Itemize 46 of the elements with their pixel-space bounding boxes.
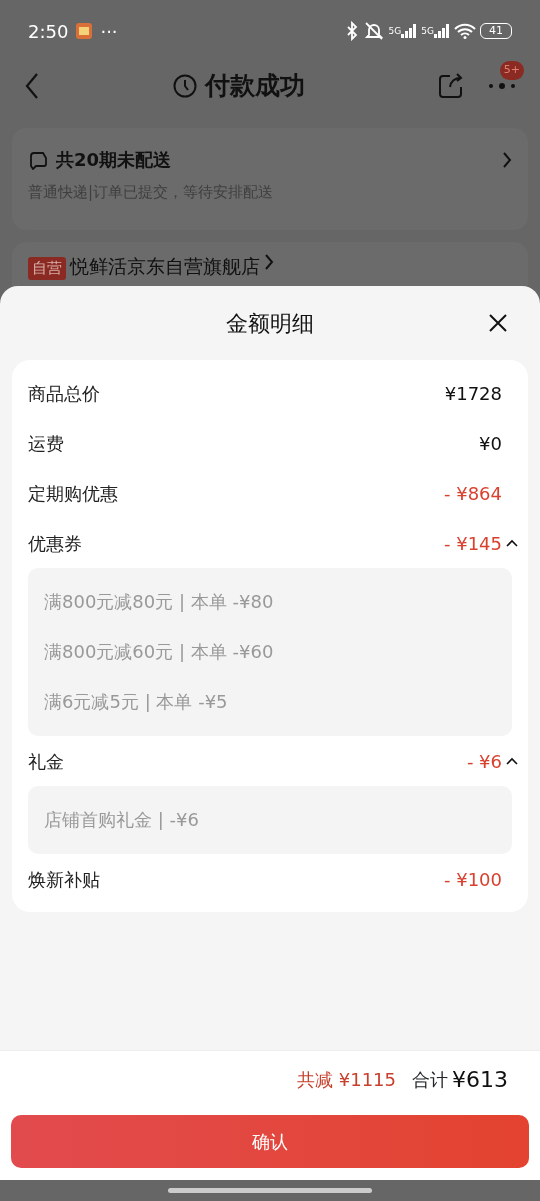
network-label: 5G	[388, 24, 402, 38]
wifi-icon	[454, 23, 476, 39]
chevron-right-icon	[264, 254, 274, 270]
status-time: 2:50	[28, 19, 69, 44]
store-tag: 自营	[28, 257, 66, 280]
total-label: 合计	[412, 1068, 448, 1092]
mute-icon	[362, 21, 385, 41]
amount-value: ¥1728	[444, 381, 502, 406]
status-more: ···	[100, 19, 118, 44]
detail-line: 满800元减60元 | 本单 -¥60	[44, 640, 275, 664]
saved-amount: 共减 ¥1115	[297, 1068, 396, 1092]
amount-value: - ¥100	[443, 867, 502, 892]
detail-line: 满6元减5元 | 本单 -¥5	[44, 690, 229, 714]
detail-line: 店铺首购礼金 | -¥6	[44, 808, 200, 832]
sheet-title: 金额明细	[226, 309, 314, 338]
signal-icon	[434, 24, 450, 38]
signal-icon	[401, 24, 418, 38]
page-title: 付款成功	[205, 70, 305, 103]
more-icon[interactable]	[488, 81, 516, 91]
clock-icon	[173, 74, 197, 98]
caret-up-icon[interactable]	[506, 539, 518, 547]
row-label: 运费	[28, 431, 64, 456]
row-label: 焕新补贴	[28, 867, 100, 892]
app-notification-icon	[76, 23, 93, 39]
row-label: 优惠券	[28, 531, 82, 556]
network-label: 5G	[421, 24, 434, 38]
confirm-button[interactable]: 确认	[11, 1115, 529, 1168]
battery-indicator: 41	[480, 23, 512, 39]
row-label: 礼金	[28, 749, 64, 774]
store-name[interactable]: 悦鲜活京东自营旗舰店	[70, 254, 260, 278]
row-label: 商品总价	[28, 381, 100, 406]
chevron-right-icon	[502, 151, 512, 168]
caret-up-icon[interactable]	[506, 757, 518, 765]
back-icon[interactable]	[24, 72, 40, 100]
amount-value: - ¥6	[466, 749, 502, 774]
delivery-title: 共20期未配送	[56, 148, 172, 172]
share-icon[interactable]	[438, 73, 464, 99]
amount-value: - ¥864	[443, 481, 502, 506]
bluetooth-icon	[344, 21, 359, 41]
notification-badge: 5+	[499, 61, 524, 80]
total-amount: ¥613	[452, 1066, 508, 1094]
detail-line: 满800元减80元 | 本单 -¥80	[44, 590, 275, 614]
amount-value: ¥0	[479, 431, 502, 456]
close-icon[interactable]	[488, 313, 508, 333]
row-label: 定期购优惠	[28, 481, 118, 506]
amount-value: - ¥145	[443, 531, 502, 556]
